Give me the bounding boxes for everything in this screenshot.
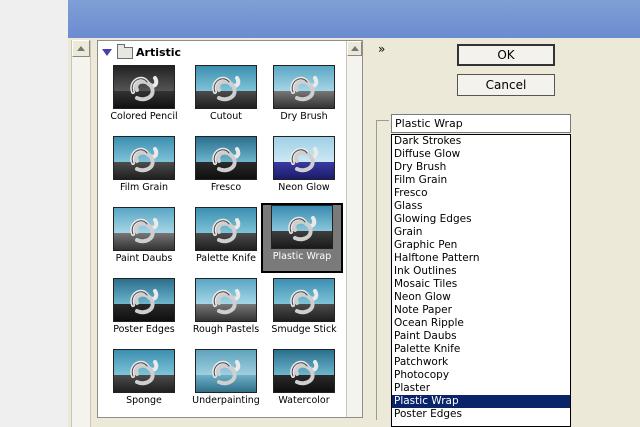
filter-thumbnail-label: Dry Brush <box>280 111 328 122</box>
collapse-chevron-icon[interactable]: » <box>378 43 385 55</box>
filter-thumbnail[interactable]: Colored Pencil <box>103 63 185 133</box>
filter-list-item[interactable]: Grain <box>392 226 570 239</box>
category-header-artistic[interactable]: Artistic <box>102 43 182 60</box>
disclosure-triangle-icon[interactable] <box>102 49 112 56</box>
filter-list-item[interactable]: Mosaic Tiles <box>392 278 570 291</box>
filter-thumbnail[interactable]: Rough Pastels <box>185 276 267 346</box>
filter-select[interactable]: Plastic Wrap <box>391 114 571 133</box>
filter-list-item[interactable]: Fresco <box>392 187 570 200</box>
filter-list-item[interactable]: Glowing Edges <box>392 213 570 226</box>
filter-thumbnail-label: Film Grain <box>119 182 169 193</box>
filter-list-item[interactable]: Ink Outlines <box>392 265 570 278</box>
filter-thumbnail-label: Cutout <box>210 111 242 122</box>
filter-thumbnail[interactable]: Smudge Stick <box>263 276 345 346</box>
filter-thumbnail[interactable]: Sponge <box>103 347 185 417</box>
filter-preview-image <box>195 136 257 180</box>
folder-icon <box>117 43 133 59</box>
filter-list-item[interactable]: Diffuse Glow <box>392 148 570 161</box>
filter-thumbnail-label: Poster Edges <box>113 324 175 335</box>
filter-thumbnail-label: Palette Knife <box>195 253 256 264</box>
gallery-scrollbar[interactable] <box>346 41 362 417</box>
filter-gallery-panel[interactable]: Artistic Colored Pencil Cutout Dry Brush Fi… <box>97 40 363 418</box>
scroll-up-arrow-icon <box>77 46 85 51</box>
filter-preview-image <box>273 349 335 393</box>
filter-list-item[interactable]: Paint Daubs <box>392 330 570 343</box>
filter-list-item[interactable]: Neon Glow <box>392 291 570 304</box>
filter-preview-image <box>195 65 257 109</box>
filter-list-item[interactable]: Plaster <box>392 382 570 395</box>
filter-list-item[interactable]: Halftone Pattern <box>392 252 570 265</box>
filter-thumbnail[interactable]: Watercolor <box>263 347 345 417</box>
filter-thumbnail[interactable]: Dry Brush <box>263 63 345 133</box>
filter-thumbnail-label: Smudge Stick <box>271 324 337 335</box>
filter-list-item[interactable]: Note Paper <box>392 304 570 317</box>
filter-preview-image <box>113 207 175 251</box>
preview-scrollbar[interactable] <box>71 40 91 427</box>
filter-thumbnail-label: Fresco <box>210 182 242 193</box>
filter-thumbnail-label: Rough Pastels <box>192 324 260 335</box>
filter-list-item[interactable]: Film Grain <box>392 174 570 187</box>
filter-preview-image <box>271 205 333 249</box>
filter-list-item[interactable]: Photocopy <box>392 369 570 382</box>
filter-dropdown-list[interactable]: Dark Strokes Diffuse Glow Dry Brush Film Gr… <box>391 134 571 427</box>
ok-button[interactable]: OK <box>457 44 555 66</box>
filter-list-item[interactable]: Dark Strokes <box>392 135 570 148</box>
filter-thumbnail[interactable]: Neon Glow <box>263 134 345 204</box>
filter-preview-image <box>195 349 257 393</box>
filter-thumbnail-label: Watercolor <box>278 395 330 406</box>
settings-group-border <box>376 120 389 420</box>
filter-thumbnail[interactable]: Paint Daubs <box>103 205 185 275</box>
filter-thumbnail[interactable]: Film Grain <box>103 134 185 204</box>
filter-preview-image <box>113 65 175 109</box>
filter-thumbnail[interactable]: Plastic Wrap <box>261 203 343 273</box>
filter-thumbnail[interactable]: Fresco <box>185 134 267 204</box>
category-label: Artistic <box>136 46 182 59</box>
filter-preview-image <box>113 349 175 393</box>
gallery-scroll-up-button[interactable] <box>347 41 362 56</box>
preview-scroll-up-button[interactable] <box>72 40 90 57</box>
filter-preview-image <box>195 207 257 251</box>
filter-preview-image <box>195 278 257 322</box>
title-bar[interactable] <box>68 0 640 38</box>
filter-list-item[interactable]: Glass <box>392 200 570 213</box>
filter-thumbnail[interactable]: Cutout <box>185 63 267 133</box>
filter-thumbnail-label: Paint Daubs <box>115 253 173 264</box>
filter-thumbnail-label: Colored Pencil <box>110 111 178 122</box>
filter-preview-image <box>273 278 335 322</box>
filter-thumbnail-label: Sponge <box>126 395 162 406</box>
filter-list-item[interactable]: Poster Edges <box>392 408 570 421</box>
filter-thumbnail-label: Plastic Wrap <box>272 251 332 262</box>
filter-preview-image <box>113 136 175 180</box>
filter-preview-image <box>113 278 175 322</box>
filter-preview-image <box>273 136 335 180</box>
filter-list-item[interactable]: Plastic Wrap <box>392 395 570 408</box>
scroll-up-arrow-icon <box>351 46 359 51</box>
filter-list-item[interactable]: Graphic Pen <box>392 239 570 252</box>
filter-list-item[interactable]: Ocean Ripple <box>392 317 570 330</box>
filter-thumbnail[interactable]: Underpainting <box>185 347 267 417</box>
cancel-button[interactable]: Cancel <box>457 74 555 96</box>
filter-thumbnail-label: Neon Glow <box>278 182 330 193</box>
filter-thumbnail[interactable]: Palette Knife <box>185 205 267 275</box>
filter-thumbnail-label: Underpainting <box>192 395 260 406</box>
filter-list-item[interactable]: Dry Brush <box>392 161 570 174</box>
filter-list-item[interactable]: Patchwork <box>392 356 570 369</box>
filter-thumbnail[interactable]: Poster Edges <box>103 276 185 346</box>
filter-preview-image <box>273 65 335 109</box>
filter-list-item[interactable]: Palette Knife <box>392 343 570 356</box>
